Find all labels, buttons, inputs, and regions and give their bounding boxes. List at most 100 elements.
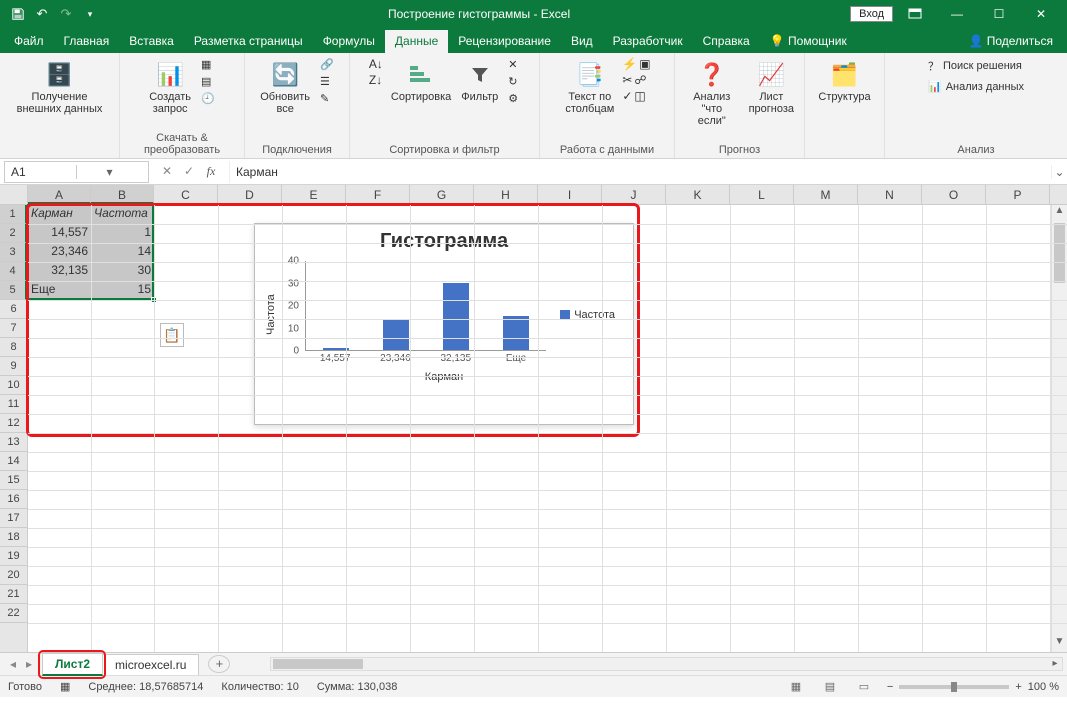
sort-za-icon[interactable]: Z↓ bbox=[369, 73, 383, 87]
formula-bar-expand-icon[interactable]: ⌄ bbox=[1051, 165, 1067, 179]
column-header-C[interactable]: C bbox=[154, 185, 218, 204]
row-header-5[interactable]: 5 bbox=[0, 281, 27, 300]
zoom-slider[interactable] bbox=[899, 685, 1009, 689]
paste-options-button[interactable]: 📋 bbox=[160, 323, 184, 347]
tab-page-layout[interactable]: Разметка страницы bbox=[184, 30, 313, 53]
tab-help[interactable]: Справка bbox=[693, 30, 760, 53]
add-sheet-button[interactable]: + bbox=[208, 655, 230, 673]
undo-icon[interactable]: ↶ bbox=[32, 4, 52, 24]
column-header-A[interactable]: A bbox=[28, 185, 91, 204]
cell-A1[interactable]: Карман bbox=[28, 205, 91, 224]
sort-az-icon[interactable]: A↓ bbox=[369, 57, 383, 71]
cell-A4[interactable]: 32,135 bbox=[28, 262, 91, 281]
name-box-dropdown-icon[interactable]: ▾ bbox=[76, 165, 142, 179]
row-header-13[interactable]: 13 bbox=[0, 433, 27, 452]
outline-button[interactable]: 🗂️ Структура bbox=[816, 57, 872, 105]
column-header-M[interactable]: M bbox=[794, 185, 858, 204]
cell-B2[interactable]: 1 bbox=[91, 224, 154, 243]
sheet-tab-active[interactable]: Лист2 bbox=[42, 653, 103, 676]
edit-links-button[interactable]: ✎ bbox=[318, 91, 336, 106]
cell-A2[interactable]: 14,557 bbox=[28, 224, 91, 243]
tab-formulas[interactable]: Формулы bbox=[313, 30, 385, 53]
properties-button[interactable]: ☰ bbox=[318, 74, 336, 89]
flash-fill-icon[interactable]: ⚡ bbox=[622, 57, 637, 71]
zoom-in-icon[interactable]: + bbox=[1015, 681, 1021, 693]
tab-developer[interactable]: Разработчик bbox=[603, 30, 693, 53]
solver-button[interactable]: ？Поиск решения bbox=[926, 57, 1024, 75]
scroll-up-icon[interactable]: ▲ bbox=[1052, 205, 1067, 221]
scroll-right-icon[interactable]: ▸ bbox=[1048, 658, 1062, 669]
tab-tellme[interactable]: 💡 Помощник bbox=[760, 30, 857, 53]
column-header-B[interactable]: B bbox=[91, 185, 154, 204]
formula-input[interactable]: Карман bbox=[229, 161, 1051, 183]
row-header-20[interactable]: 20 bbox=[0, 566, 27, 585]
tab-data[interactable]: Данные bbox=[385, 30, 448, 53]
row-header-9[interactable]: 9 bbox=[0, 357, 27, 376]
row-header-3[interactable]: 3 bbox=[0, 243, 27, 262]
maximize-icon[interactable]: ☐ bbox=[979, 0, 1019, 28]
data-analysis-button[interactable]: 📊Анализ данных bbox=[926, 79, 1026, 94]
row-header-14[interactable]: 14 bbox=[0, 452, 27, 471]
remove-dup-icon[interactable]: ✂ bbox=[622, 73, 632, 87]
close-icon[interactable]: ✕ bbox=[1021, 0, 1061, 28]
row-header-12[interactable]: 12 bbox=[0, 414, 27, 433]
row-header-17[interactable]: 17 bbox=[0, 509, 27, 528]
view-page-layout-icon[interactable]: ▤ bbox=[819, 678, 841, 696]
get-external-data-button[interactable]: 🗄️ Получение внешних данных bbox=[15, 57, 105, 117]
horizontal-scrollbar[interactable]: ◂ ▸ bbox=[270, 657, 1063, 671]
scroll-thumb-vertical[interactable] bbox=[1054, 223, 1065, 283]
from-table-button[interactable]: ▤ bbox=[199, 74, 217, 89]
tab-review[interactable]: Рецензирование bbox=[448, 30, 561, 53]
data-val-icon[interactable]: ✓ bbox=[622, 89, 632, 103]
column-header-E[interactable]: E bbox=[282, 185, 346, 204]
login-button[interactable]: Вход bbox=[850, 6, 893, 22]
spreadsheet-grid[interactable]: 12345678910111213141516171819202122 📋 Ги… bbox=[0, 205, 1067, 652]
connections-button[interactable]: 🔗 bbox=[318, 57, 336, 72]
tab-insert[interactable]: Вставка bbox=[119, 30, 184, 53]
row-header-11[interactable]: 11 bbox=[0, 395, 27, 414]
cell-A5[interactable]: Еще bbox=[28, 281, 91, 300]
cell-B3[interactable]: 14 bbox=[91, 243, 154, 262]
scroll-down-icon[interactable]: ▼ bbox=[1052, 636, 1067, 652]
reapply-button[interactable]: ↻ bbox=[506, 74, 520, 89]
clear-filter-button[interactable]: ✕ bbox=[506, 57, 520, 72]
cell-B1[interactable]: Частота bbox=[91, 205, 154, 224]
recent-sources-button[interactable]: 🕘 bbox=[199, 91, 217, 106]
row-header-16[interactable]: 16 bbox=[0, 490, 27, 509]
text-to-columns-button[interactable]: 📑 Текст по столбцам bbox=[563, 57, 616, 117]
sheet-nav-next-icon[interactable]: ▸ bbox=[22, 657, 36, 671]
tab-view[interactable]: Вид bbox=[561, 30, 603, 53]
macro-record-icon[interactable]: ▦ bbox=[60, 680, 70, 693]
row-header-6[interactable]: 6 bbox=[0, 300, 27, 319]
consolidate-icon[interactable]: ▣ bbox=[639, 57, 650, 71]
column-header-F[interactable]: F bbox=[346, 185, 410, 204]
show-queries-button[interactable]: ▦ bbox=[199, 57, 217, 72]
whatif-button[interactable]: ❓ Анализ "что если" bbox=[683, 57, 741, 129]
column-header-O[interactable]: O bbox=[922, 185, 986, 204]
row-header-7[interactable]: 7 bbox=[0, 319, 27, 338]
cell-A3[interactable]: 23,346 bbox=[28, 243, 91, 262]
ribbon-display-icon[interactable] bbox=[895, 0, 935, 28]
tab-file[interactable]: Файл bbox=[4, 30, 54, 53]
row-header-21[interactable]: 21 bbox=[0, 585, 27, 604]
column-header-I[interactable]: I bbox=[538, 185, 602, 204]
select-all-triangle[interactable] bbox=[0, 185, 28, 204]
view-normal-icon[interactable]: ▦ bbox=[785, 678, 807, 696]
cell-B5[interactable]: 15 bbox=[91, 281, 154, 300]
column-header-H[interactable]: H bbox=[474, 185, 538, 204]
row-header-4[interactable]: 4 bbox=[0, 262, 27, 281]
column-header-J[interactable]: J bbox=[602, 185, 666, 204]
row-header-10[interactable]: 10 bbox=[0, 376, 27, 395]
relationships-icon[interactable]: ☍ bbox=[634, 73, 646, 87]
manage-model-icon[interactable]: ◫ bbox=[634, 89, 645, 103]
sheet-nav[interactable]: ◂ ▸ bbox=[0, 657, 42, 671]
qat-customize-icon[interactable]: ▾ bbox=[80, 4, 100, 24]
column-header-P[interactable]: P bbox=[986, 185, 1050, 204]
column-header-D[interactable]: D bbox=[218, 185, 282, 204]
zoom-control[interactable]: − + 100 % bbox=[887, 681, 1059, 693]
view-page-break-icon[interactable]: ▭ bbox=[853, 678, 875, 696]
row-header-22[interactable]: 22 bbox=[0, 604, 27, 623]
minimize-icon[interactable]: — bbox=[937, 0, 977, 28]
advanced-button[interactable]: ⚙ bbox=[506, 91, 520, 106]
sheet-tab-other[interactable]: microexcel.ru bbox=[102, 654, 199, 675]
